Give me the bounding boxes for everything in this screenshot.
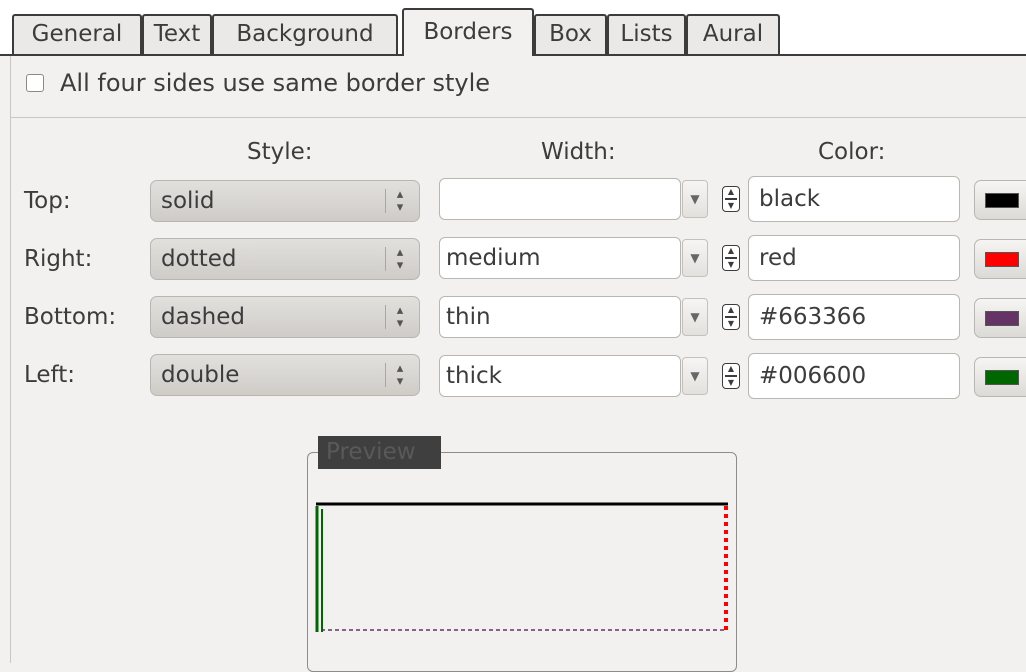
tab-borders[interactable]: Borders [402,8,534,58]
border-preview-canvas [315,502,728,632]
